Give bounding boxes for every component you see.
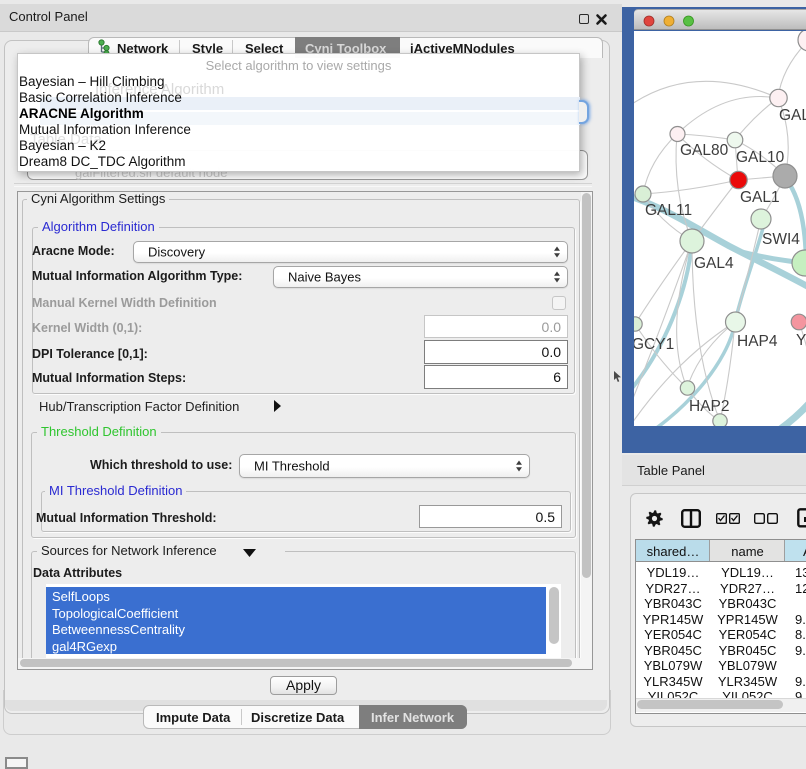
svg-text:GAL4: GAL4 [694,255,734,272]
svg-text:HAP2: HAP2 [689,398,730,415]
svg-text:GAL10: GAL10 [736,149,785,166]
svg-text:HAP4: HAP4 [737,333,778,350]
svg-text:SWI4: SWI4 [762,231,800,248]
svg-text:GAL1: GAL1 [740,189,780,206]
svg-text:Y: Y [796,332,806,349]
svg-text:GAL7: GAL7 [779,107,806,124]
svg-text:GCY1: GCY1 [634,336,674,353]
svg-text:GAL80: GAL80 [680,142,729,159]
svg-text:GAL11: GAL11 [645,202,692,219]
